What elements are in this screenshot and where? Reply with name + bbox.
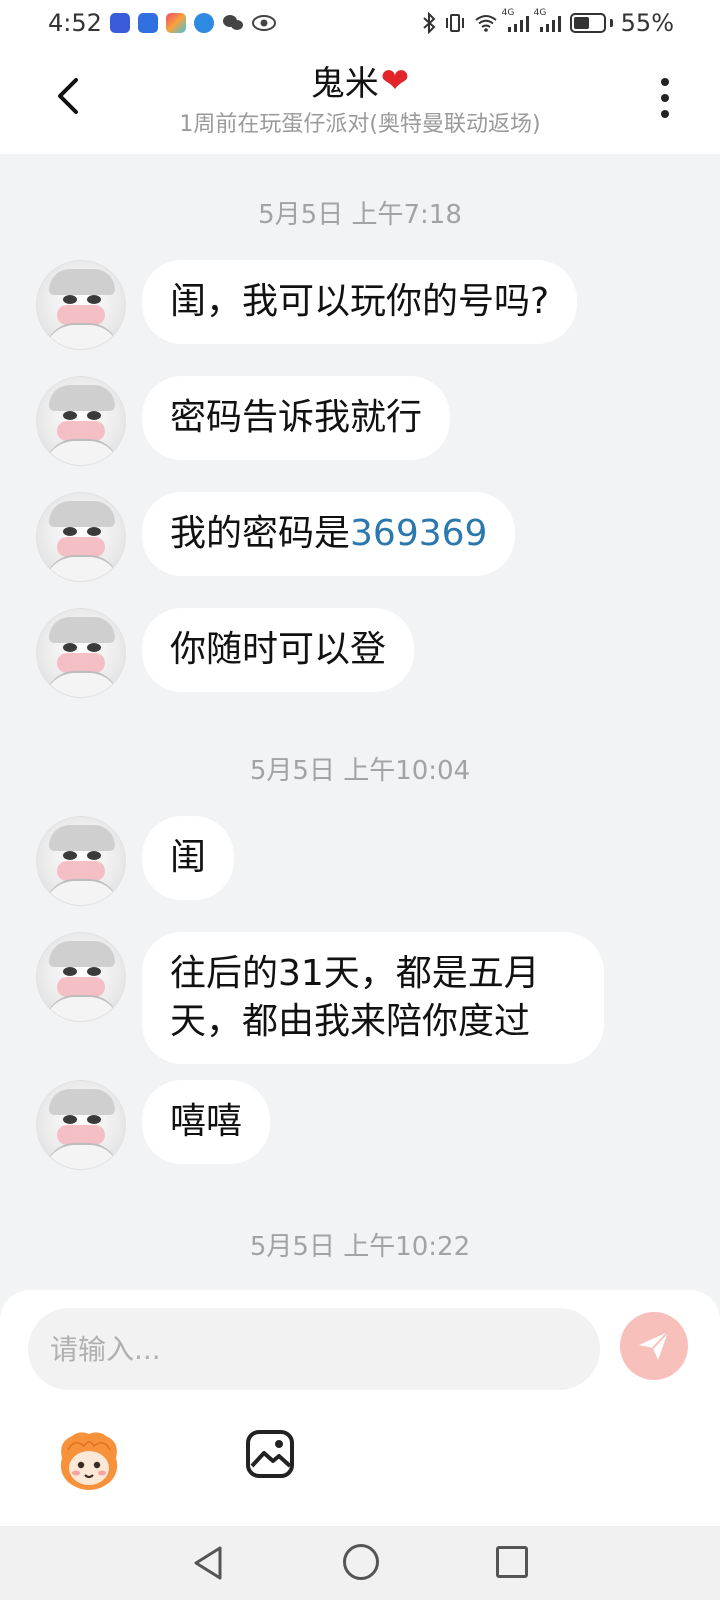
vibrate-icon bbox=[444, 13, 466, 33]
eye-icon bbox=[251, 15, 276, 31]
composer bbox=[0, 1290, 720, 1526]
network-label-1: 4G bbox=[501, 8, 515, 18]
message-row: 往后的31天，都是五月天，都由我来陪你度过 bbox=[36, 932, 604, 1064]
more-options-button[interactable] bbox=[650, 76, 680, 120]
message-bubble[interactable]: 闺 bbox=[142, 816, 235, 900]
battery-percent: 55% bbox=[620, 9, 674, 37]
timestamp: 5月5日 上午10:04 bbox=[249, 756, 471, 786]
avatar[interactable] bbox=[36, 260, 126, 350]
chat-header: 鬼米 ❤ 1周前在玩蛋仔派对(奥特曼联动返场) bbox=[0, 46, 720, 154]
navigation-bar bbox=[0, 1526, 720, 1600]
tips-app-icon bbox=[137, 13, 158, 33]
nav-home-button[interactable] bbox=[343, 1544, 379, 1580]
music-app-icon bbox=[109, 13, 130, 33]
timestamp: 5月5日 上午10:22 bbox=[249, 1232, 471, 1262]
wifi-icon bbox=[474, 14, 498, 32]
avatar[interactable] bbox=[36, 608, 126, 698]
wechat-icon bbox=[222, 13, 244, 33]
message-bubble[interactable]: 密码告诉我就行 bbox=[142, 376, 451, 460]
message-row: 闺，我可以玩你的号吗? bbox=[36, 260, 578, 350]
network-label-2: 4G bbox=[533, 8, 547, 18]
heart-emoji: ❤ bbox=[380, 60, 410, 101]
chat-title: 鬼米 ❤ bbox=[0, 56, 720, 105]
message-row: 我的密码是369369 bbox=[36, 492, 516, 582]
message-bubble[interactable]: 你随时可以登 bbox=[142, 608, 415, 692]
paper-plane-icon bbox=[639, 1331, 669, 1360]
image-button[interactable] bbox=[244, 1428, 296, 1480]
avatar[interactable] bbox=[36, 932, 126, 1022]
emoji-mascot-icon bbox=[60, 1432, 118, 1490]
nav-back-button[interactable] bbox=[190, 1544, 226, 1582]
image-icon bbox=[246, 1430, 294, 1478]
message-bubble[interactable]: 闺，我可以玩你的号吗? bbox=[142, 260, 578, 344]
battery-icon bbox=[569, 13, 613, 33]
avatar[interactable] bbox=[36, 376, 126, 466]
status-right: 4G 4G 55% bbox=[422, 8, 674, 37]
message-input[interactable] bbox=[28, 1308, 600, 1390]
send-button[interactable] bbox=[620, 1312, 688, 1380]
message-row: 闺 bbox=[36, 816, 235, 906]
message-bubble[interactable]: 嘻嘻 bbox=[142, 1080, 271, 1164]
status-time: 4:52 bbox=[48, 9, 102, 37]
store-app-icon bbox=[165, 13, 186, 33]
status-left: 4:52 bbox=[48, 9, 276, 37]
emoji-button[interactable] bbox=[56, 1428, 122, 1494]
message-list[interactable]: 5月5日 上午7:18 闺，我可以玩你的号吗? 密码告诉我就行 我的密码是369… bbox=[0, 154, 720, 1290]
message-bubble[interactable]: 我的密码是369369 bbox=[142, 492, 516, 576]
avatar[interactable] bbox=[36, 816, 126, 906]
bluetooth-icon bbox=[422, 12, 436, 34]
contact-status: 1周前在玩蛋仔派对(奥特曼联动返场) bbox=[179, 112, 541, 137]
avatar[interactable] bbox=[36, 492, 126, 582]
contact-name: 鬼米 bbox=[310, 64, 379, 104]
browser-app-icon bbox=[193, 13, 214, 33]
timestamp: 5月5日 上午7:18 bbox=[258, 200, 462, 230]
triangle-back-icon bbox=[194, 1546, 222, 1580]
nav-recents-button[interactable] bbox=[496, 1546, 528, 1578]
avatar[interactable] bbox=[36, 1080, 126, 1170]
message-row: 嘻嘻 bbox=[36, 1080, 271, 1170]
message-text: 我的密码是 bbox=[170, 513, 351, 554]
more-vertical-icon bbox=[661, 78, 669, 86]
message-bubble[interactable]: 往后的31天，都是五月天，都由我来陪你度过 bbox=[142, 932, 604, 1064]
message-row: 你随时可以登 bbox=[36, 608, 415, 698]
status-bar: 4:52 4G 4G 55% bbox=[0, 0, 720, 46]
phone-number-link[interactable]: 369369 bbox=[350, 513, 487, 554]
signal-2-icon: 4G bbox=[534, 8, 562, 32]
signal-1-icon: 4G bbox=[502, 8, 530, 32]
message-row: 密码告诉我就行 bbox=[36, 376, 451, 466]
